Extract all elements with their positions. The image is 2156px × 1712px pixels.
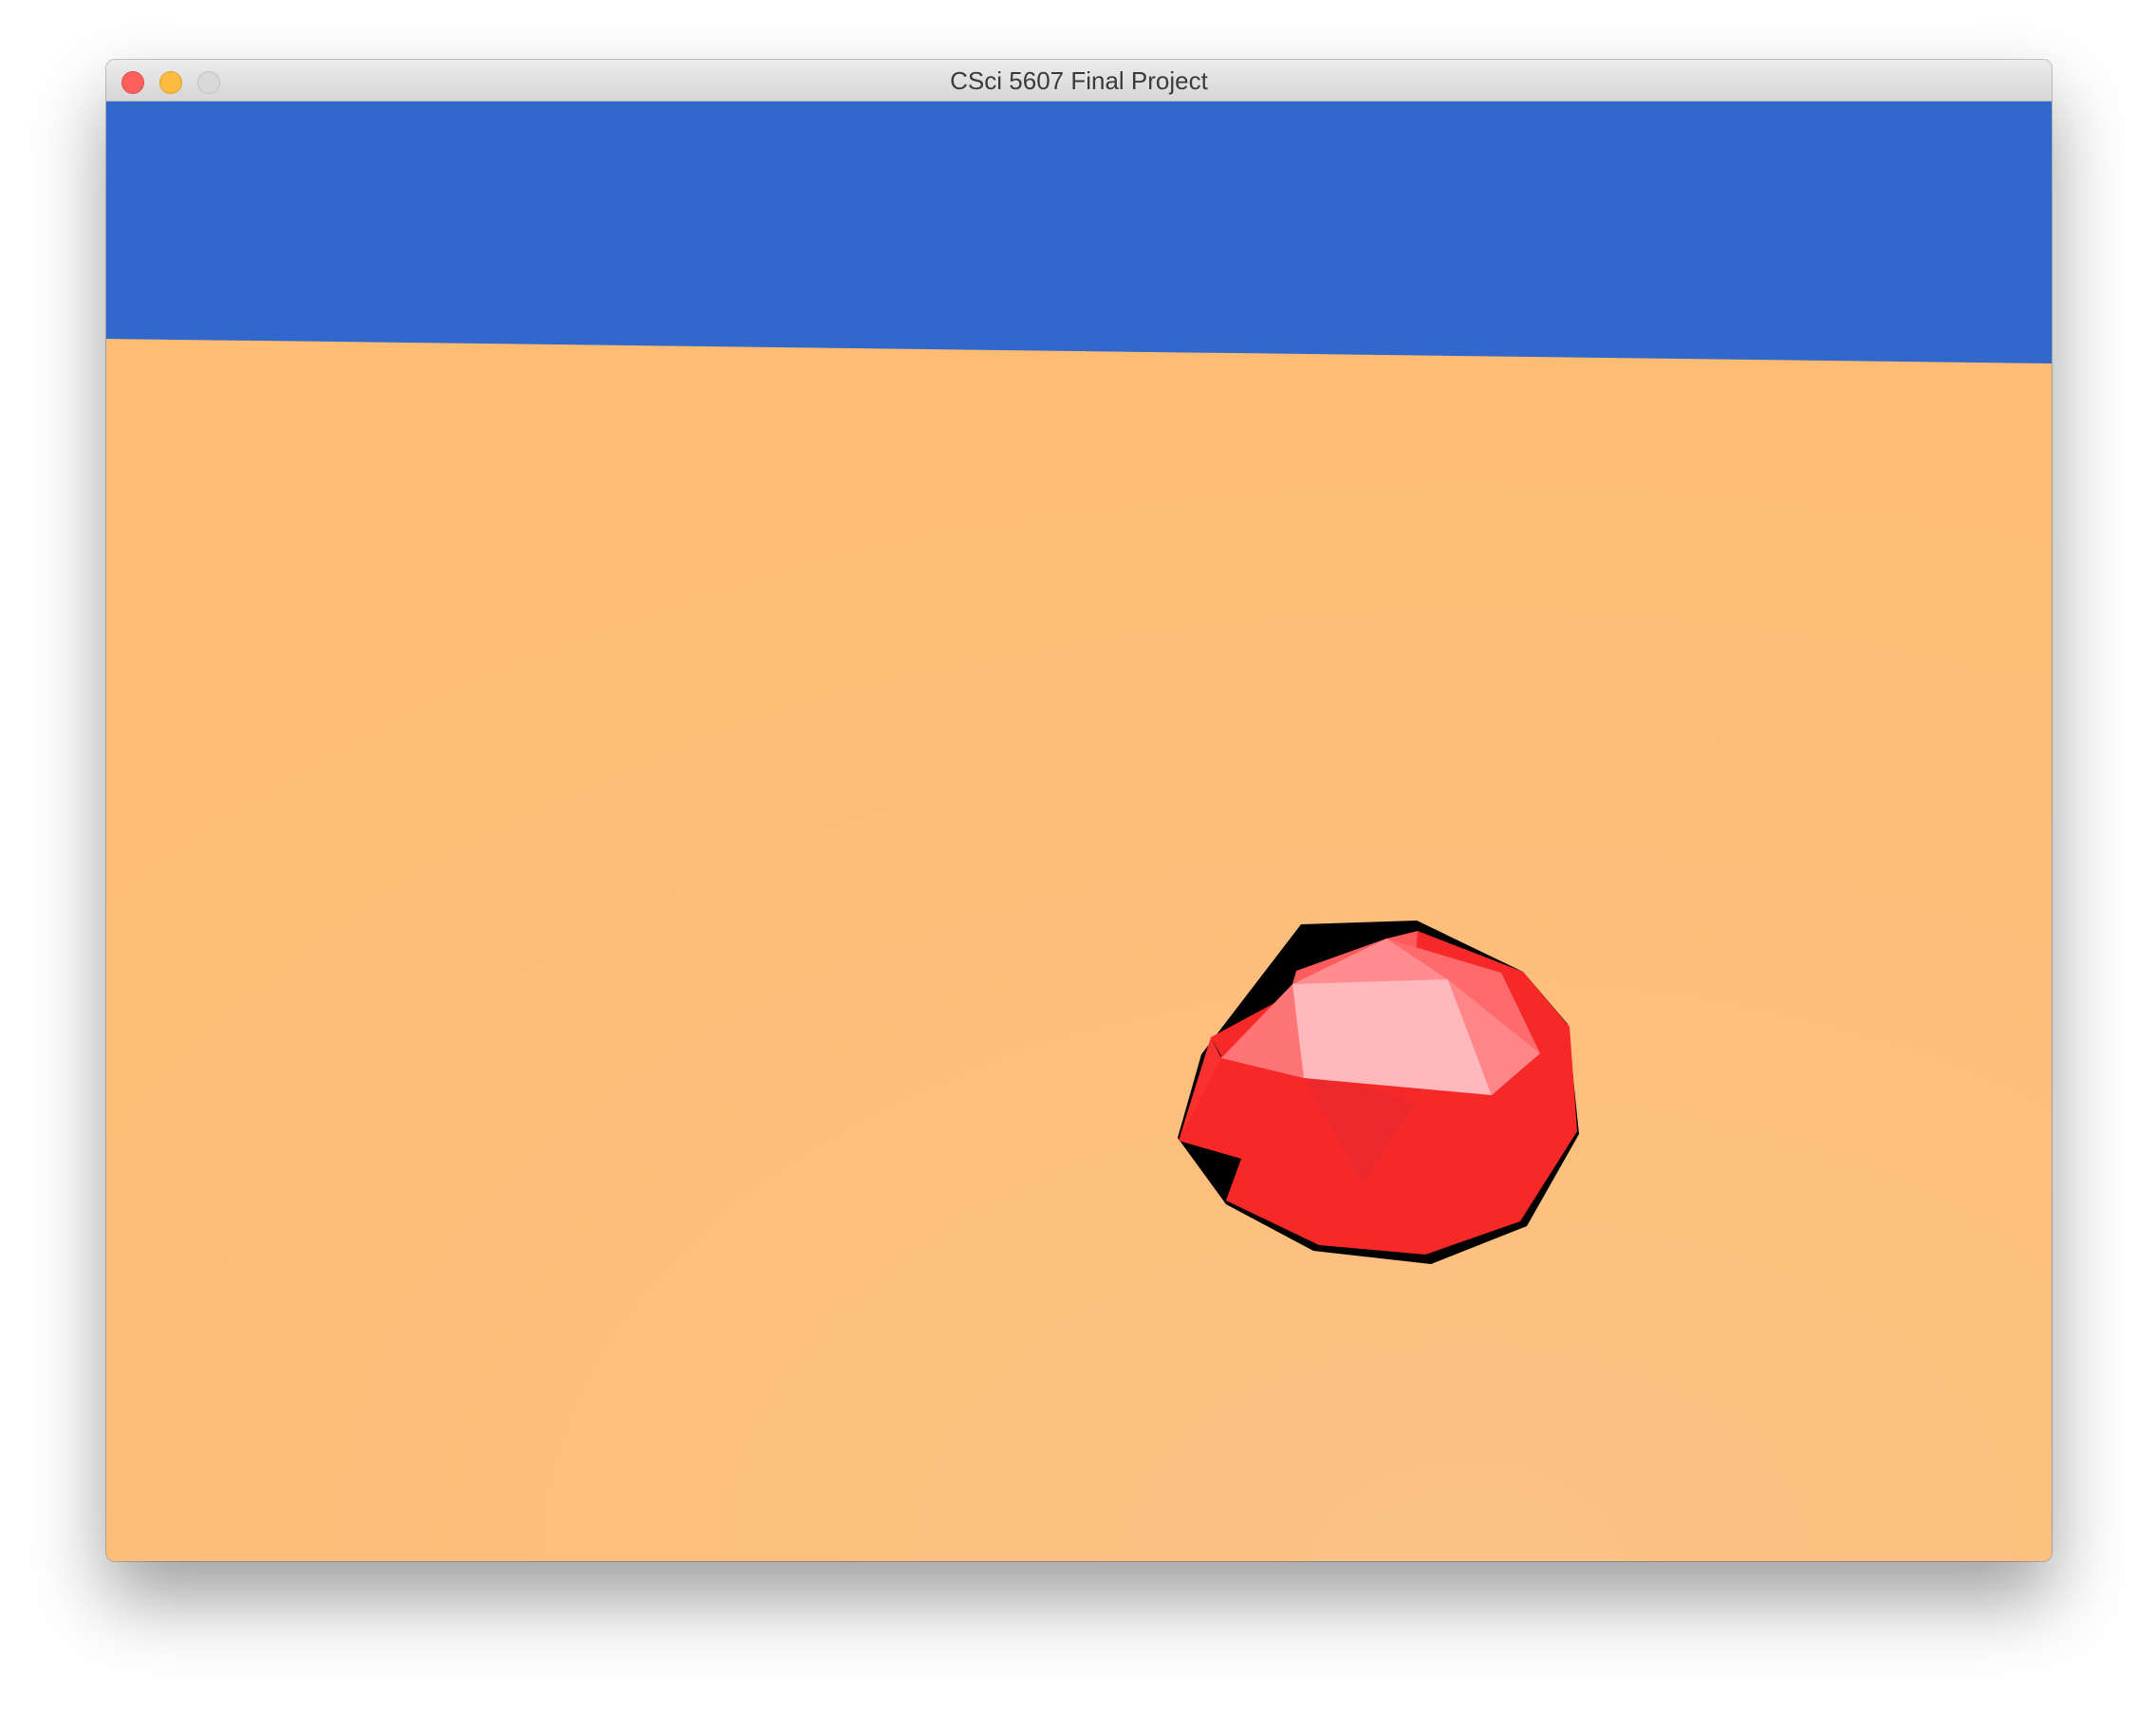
render-viewport[interactable] xyxy=(106,102,2052,1561)
window-title: CSci 5607 Final Project xyxy=(950,66,1208,95)
title-bar[interactable]: CSci 5607 Final Project xyxy=(106,60,2052,102)
app-window: CSci 5607 Final Project xyxy=(106,60,2052,1561)
ground-plane xyxy=(106,339,2052,1561)
scene-canvas xyxy=(106,102,2052,1561)
